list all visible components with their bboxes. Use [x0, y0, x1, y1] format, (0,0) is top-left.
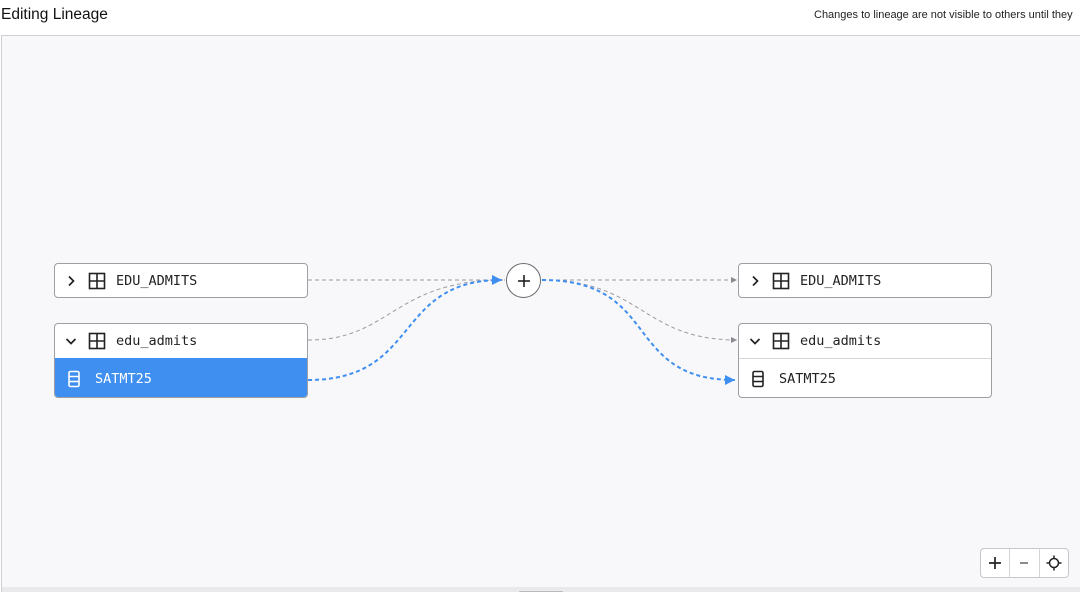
- edge-left-column-to-plus: [307, 275, 503, 381]
- table-name: edu_admits: [116, 333, 198, 349]
- column-icon: [68, 370, 82, 388]
- table-icon: [772, 332, 790, 350]
- table-icon: [88, 332, 106, 350]
- zoom-in-button[interactable]: [981, 549, 1011, 577]
- crosshair-icon: [1046, 555, 1062, 571]
- minus-icon: [1020, 562, 1029, 564]
- chevron-down-icon[interactable]: [748, 334, 762, 348]
- table-icon: [88, 272, 106, 290]
- left-table-header[interactable]: EDU_ADMITS: [55, 264, 307, 297]
- plus-icon: [517, 274, 530, 287]
- zoom-controls: [980, 548, 1069, 578]
- chevron-down-icon[interactable]: [64, 334, 78, 348]
- table-name: EDU_ADMITS: [116, 273, 198, 289]
- chevron-right-icon[interactable]: [748, 274, 762, 288]
- edge-plus-to-right-edu: [541, 279, 738, 343]
- right-table-node-edu-admits-lower[interactable]: edu_admits SATMT25: [738, 323, 992, 398]
- header: Editing Lineage Changes to lineage are n…: [0, 0, 1080, 34]
- left-table-node-edu-admits-lower[interactable]: edu_admits SATMT25: [54, 323, 308, 398]
- edge-plus-to-right-column: [541, 279, 736, 385]
- page-title: Editing Lineage: [1, 6, 108, 23]
- table-icon: [772, 272, 790, 290]
- left-column-row-selected[interactable]: SATMT25: [55, 358, 307, 397]
- recenter-button[interactable]: [1040, 549, 1068, 577]
- table-name: EDU_ADMITS: [800, 273, 882, 289]
- column-name: SATMT25: [779, 370, 836, 387]
- left-table-header[interactable]: edu_admits: [55, 324, 307, 358]
- right-table-node-edu-admits-upper[interactable]: EDU_ADMITS: [738, 263, 992, 298]
- column-name: SATMT25: [95, 370, 152, 387]
- lineage-visibility-notice: Changes to lineage are not visible to ot…: [814, 9, 1073, 21]
- right-table-header[interactable]: edu_admits: [739, 324, 991, 358]
- lineage-canvas[interactable]: EDU_ADMITS edu_admits SATMT25 EDU_ADMITS…: [1, 35, 1080, 592]
- table-name: edu_admits: [800, 333, 882, 349]
- left-table-node-edu-admits-upper[interactable]: EDU_ADMITS: [54, 263, 308, 298]
- right-column-row[interactable]: SATMT25: [739, 358, 991, 397]
- right-table-header[interactable]: EDU_ADMITS: [739, 264, 991, 297]
- plus-icon: [989, 557, 1002, 569]
- lineage-edges: [307, 275, 738, 385]
- add-lineage-button[interactable]: [506, 263, 541, 298]
- chevron-right-icon[interactable]: [64, 274, 78, 288]
- zoom-out-button[interactable]: [1010, 549, 1040, 577]
- column-icon: [752, 370, 766, 388]
